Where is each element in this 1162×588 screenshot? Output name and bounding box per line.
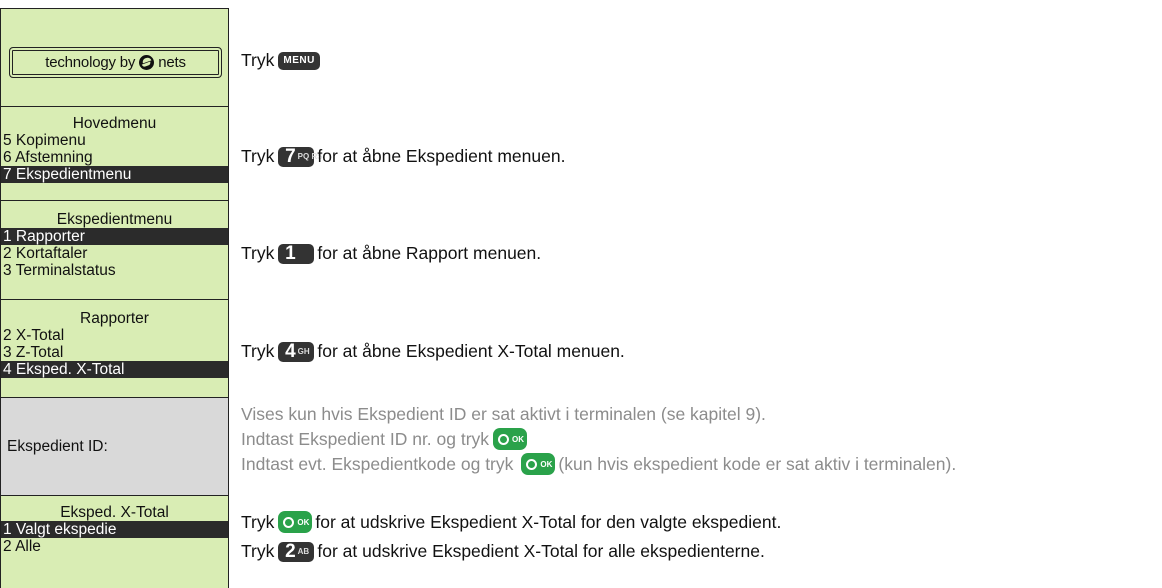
instruction-prefix: Tryk bbox=[241, 50, 275, 70]
screen-title: Ekspedientmenu bbox=[56, 211, 173, 228]
screen-title: Hovedmenu bbox=[72, 115, 157, 132]
instruction-text: for at åbne Rapport menuen. bbox=[317, 243, 542, 263]
key-digit: 1 bbox=[285, 242, 296, 264]
menu-line-selected: 4 Eksped. X-Total bbox=[1, 361, 228, 378]
logo-screen: technology by nets bbox=[0, 8, 229, 106]
key-1-icon: 1 bbox=[278, 242, 315, 264]
ok-ring-icon bbox=[526, 458, 538, 470]
screen-title: Eksped. X-Total bbox=[60, 504, 169, 521]
ekspedientmenu-screen: Ekspedientmenu 1 Rapporter 2 Kortaftaler… bbox=[0, 200, 229, 299]
ok-key-icon: OK bbox=[493, 428, 528, 450]
menu-line-selected: 7 Ekspedientmenu bbox=[1, 166, 228, 183]
screen-title: Rapporter bbox=[80, 310, 149, 327]
ok-key-icon: OK bbox=[521, 453, 556, 475]
logo-text: technology by bbox=[45, 54, 136, 71]
instruction-step5-line1: Vises kun hvis Ekspedient ID er sat akti… bbox=[241, 404, 766, 425]
nets-logo: technology by nets bbox=[9, 47, 222, 78]
menu-line: 3 Z-Total bbox=[3, 344, 64, 361]
menu-line-selected: 1 Valgt ekspedie bbox=[1, 521, 228, 538]
rapporter-screen: Rapporter 2 X-Total 3 Z-Total 4 Eksped. … bbox=[0, 299, 229, 397]
key-digit: 7 bbox=[285, 145, 296, 167]
eksped-xtotal-screen: Eksped. X-Total 1 Valgt ekspedie 2 Alle bbox=[0, 495, 229, 588]
key-letters: AB bbox=[297, 546, 310, 556]
key-letters: PQ RS bbox=[297, 151, 323, 161]
instruction-prefix: Tryk bbox=[241, 541, 275, 561]
instruction-note: Indtast Ekspedient ID nr. og tryk bbox=[241, 428, 490, 449]
key-digit: 2 bbox=[285, 540, 296, 562]
instruction-prefix: Tryk bbox=[241, 511, 275, 532]
instruction-note: Indtast evt. Ekspedientkode og tryk bbox=[241, 453, 514, 474]
menu-key-icon: MENU bbox=[278, 51, 320, 70]
menu-line: 5 Kopimenu bbox=[3, 132, 86, 149]
instruction-text: for at åbne Ekspedient menuen. bbox=[317, 146, 566, 166]
menu-line-selected: 1 Rapporter bbox=[1, 228, 228, 245]
instruction-step5-line3: Indtast evt. Ekspedientkode og tryk OK (… bbox=[241, 453, 956, 475]
instruction-prefix: Tryk bbox=[241, 243, 275, 263]
ok-ring-icon bbox=[283, 516, 295, 528]
instruction-prefix: Tryk bbox=[241, 341, 275, 361]
instruction-prefix: Tryk bbox=[241, 146, 275, 166]
ok-label: OK bbox=[512, 434, 525, 444]
ok-key-icon: OK bbox=[278, 511, 313, 533]
instruction-step3: Tryk 1 for at åbne Rapport menuen. bbox=[241, 243, 541, 264]
hovedmenu-screen: Hovedmenu 5 Kopimenu 6 Afstemning 7 Eksp… bbox=[0, 106, 229, 200]
ok-label: OK bbox=[540, 459, 553, 469]
instruction-step7: Tryk 2 AB for at udskrive Ekspedient X-T… bbox=[241, 541, 765, 562]
ok-ring-icon bbox=[498, 433, 510, 445]
instruction-step2: Tryk 7 PQ RS for at åbne Ekspedient menu… bbox=[241, 146, 565, 167]
instruction-step6: Tryk OK for at udskrive Ekspedient X-Tot… bbox=[241, 511, 781, 533]
menu-line: 3 Terminalstatus bbox=[3, 262, 116, 279]
ok-label: OK bbox=[297, 517, 310, 527]
logo-brand: nets bbox=[158, 54, 186, 71]
instruction-text: for at udskrive Ekspedient X-Total for a… bbox=[317, 541, 765, 561]
key-letters: GH bbox=[297, 346, 310, 356]
menu-line: 2 Alle bbox=[3, 538, 41, 555]
instruction-step1: Tryk MENU bbox=[241, 50, 323, 71]
ekspedient-id-screen: Ekspedient ID: bbox=[0, 397, 229, 495]
instruction-text: for at åbne Ekspedient X-Total menuen. bbox=[317, 341, 625, 361]
instruction-step5-line2: Indtast Ekspedient ID nr. og tryk OK bbox=[241, 428, 530, 450]
instruction-note: Vises kun hvis Ekspedient ID er sat akti… bbox=[241, 404, 766, 424]
instruction-step4: Tryk 4 GH for at åbne Ekspedient X-Total… bbox=[241, 341, 625, 362]
menu-line: 2 Kortaftaler bbox=[3, 245, 88, 262]
key-2-icon: 2 AB bbox=[278, 540, 315, 562]
ekspedient-id-label: Ekspedient ID: bbox=[7, 438, 108, 455]
key-digit: 4 bbox=[285, 340, 296, 362]
menu-line: 6 Afstemning bbox=[3, 149, 93, 166]
key-7-icon: 7 PQ RS bbox=[278, 145, 323, 167]
nets-globe-icon bbox=[139, 55, 155, 70]
key-4-icon: 4 GH bbox=[278, 340, 315, 362]
instruction-text: for at udskrive Ekspedient X-Total for d… bbox=[315, 511, 782, 532]
instruction-note: (kun hvis ekspedient kode er sat aktiv i… bbox=[558, 453, 957, 474]
menu-line: 2 X-Total bbox=[3, 327, 65, 344]
